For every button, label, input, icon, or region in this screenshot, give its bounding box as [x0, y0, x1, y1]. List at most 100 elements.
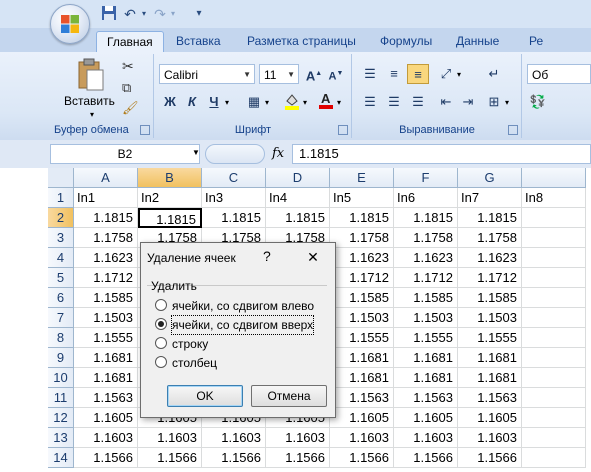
table-cell[interactable]: 1.1585 — [458, 288, 522, 308]
borders-dropdown-icon[interactable]: ▾ — [265, 98, 269, 107]
customize-qat-icon[interactable]: ▾ — [194, 5, 204, 23]
table-cell[interactable]: 1.1503 — [394, 308, 458, 328]
column-header[interactable] — [522, 168, 586, 188]
ok-button[interactable]: OK — [167, 385, 243, 407]
table-cell[interactable]: 1.1503 — [330, 308, 394, 328]
currency-format-icon[interactable]: 💱 — [527, 92, 549, 112]
row-header[interactable]: 14 — [48, 448, 74, 468]
align-center-icon[interactable]: ☰ — [383, 92, 405, 112]
table-cell[interactable]: 1.1566 — [266, 448, 330, 468]
table-cell[interactable]: 1.1815 — [202, 208, 266, 228]
row-header[interactable]: 9 — [48, 348, 74, 368]
column-header[interactable]: B — [138, 168, 202, 188]
table-cell[interactable]: In1 — [74, 188, 138, 208]
row-header[interactable]: 11 — [48, 388, 74, 408]
table-cell[interactable]: 1.1603 — [394, 428, 458, 448]
table-cell[interactable]: 1.1603 — [74, 428, 138, 448]
table-cell[interactable]: 1.1712 — [458, 268, 522, 288]
align-top-icon[interactable]: ☰ — [359, 64, 381, 84]
office-button[interactable] — [50, 4, 90, 44]
table-cell[interactable]: 1.1585 — [394, 288, 458, 308]
font-launcher-icon[interactable] — [338, 125, 348, 135]
table-cell[interactable]: 1.1758 — [458, 228, 522, 248]
table-cell[interactable] — [522, 328, 586, 348]
table-cell[interactable]: 1.1681 — [74, 368, 138, 388]
tab-data[interactable]: Данные — [446, 31, 509, 52]
row-header[interactable]: 12 — [48, 408, 74, 428]
name-box[interactable]: B2 — [50, 144, 200, 164]
table-cell[interactable] — [522, 228, 586, 248]
align-bottom-icon[interactable]: ≡ — [407, 64, 429, 84]
table-cell[interactable]: 1.1623 — [394, 248, 458, 268]
column-header[interactable]: G — [458, 168, 522, 188]
table-cell[interactable]: In8 — [522, 188, 586, 208]
table-cell[interactable]: In3 — [202, 188, 266, 208]
row-header[interactable]: 4 — [48, 248, 74, 268]
table-cell[interactable]: 1.1815 — [266, 208, 330, 228]
table-cell[interactable]: In2 — [138, 188, 202, 208]
close-icon[interactable]: ✕ — [301, 246, 325, 268]
table-cell[interactable] — [522, 408, 586, 428]
table-cell[interactable] — [522, 248, 586, 268]
table-cell[interactable]: 1.1563 — [330, 388, 394, 408]
table-cell[interactable]: 1.1603 — [330, 428, 394, 448]
table-cell[interactable]: 1.1681 — [330, 348, 394, 368]
table-cell[interactable] — [522, 288, 586, 308]
fill-color-icon[interactable] — [281, 92, 303, 112]
merge-center-icon[interactable]: ⊞ — [483, 92, 505, 112]
table-cell[interactable]: 1.1603 — [138, 428, 202, 448]
table-cell[interactable]: 1.1603 — [458, 428, 522, 448]
undo-dropdown-icon[interactable]: ▾ — [139, 5, 149, 23]
table-cell[interactable]: 1.1566 — [138, 448, 202, 468]
align-right-icon[interactable]: ☰ — [407, 92, 429, 112]
table-cell[interactable]: 1.1605 — [394, 408, 458, 428]
row-header[interactable]: 3 — [48, 228, 74, 248]
table-cell[interactable]: 1.1681 — [330, 368, 394, 388]
alignment-launcher-icon[interactable] — [508, 125, 518, 135]
undo-icon[interactable]: ↶ — [122, 5, 138, 23]
row-header[interactable]: 5 — [48, 268, 74, 288]
redo-icon[interactable]: ↷ — [152, 5, 168, 23]
table-cell[interactable]: 1.1623 — [74, 248, 138, 268]
tab-page-layout[interactable]: Разметка страницы — [237, 31, 366, 52]
select-all-corner[interactable] — [48, 168, 74, 188]
table-cell[interactable]: 1.1758 — [394, 228, 458, 248]
tab-review[interactable]: Ре — [519, 31, 553, 52]
table-cell[interactable]: 1.1712 — [394, 268, 458, 288]
radio-button-selected[interactable] — [155, 318, 167, 330]
radio-button[interactable] — [155, 356, 167, 368]
table-cell[interactable]: 1.1566 — [330, 448, 394, 468]
table-cell[interactable]: 1.1712 — [74, 268, 138, 288]
redo-dropdown-icon[interactable]: ▾ — [168, 5, 178, 23]
table-cell[interactable] — [522, 388, 586, 408]
row-header[interactable]: 1 — [48, 188, 74, 208]
table-cell[interactable]: 1.1555 — [330, 328, 394, 348]
font-color-icon[interactable]: A — [315, 90, 337, 110]
name-box-dropdown-icon[interactable]: ▼ — [192, 148, 200, 157]
row-header[interactable]: 13 — [48, 428, 74, 448]
table-cell[interactable]: 1.1681 — [458, 368, 522, 388]
underline-button[interactable]: Ч — [203, 92, 225, 112]
tab-home[interactable]: Главная — [96, 31, 164, 53]
table-cell[interactable]: 1.1758 — [74, 228, 138, 248]
cancel-button[interactable]: Отмена — [251, 385, 327, 407]
table-cell[interactable]: 1.1603 — [202, 428, 266, 448]
save-icon[interactable] — [100, 5, 118, 23]
row-header[interactable]: 2 — [48, 208, 74, 228]
row-header[interactable]: 8 — [48, 328, 74, 348]
table-cell[interactable] — [522, 208, 586, 228]
paste-icon[interactable] — [76, 58, 106, 92]
table-cell[interactable] — [522, 448, 586, 468]
wrap-text-icon[interactable]: ↵ — [483, 64, 505, 84]
help-icon[interactable]: ? — [263, 248, 271, 264]
table-cell[interactable] — [522, 428, 586, 448]
column-header[interactable]: E — [330, 168, 394, 188]
table-cell[interactable]: 1.1681 — [74, 348, 138, 368]
table-cell[interactable]: 1.1815 — [458, 208, 522, 228]
column-header[interactable]: D — [266, 168, 330, 188]
column-header[interactable]: F — [394, 168, 458, 188]
table-cell[interactable] — [522, 348, 586, 368]
table-cell[interactable]: 1.1815 — [74, 208, 138, 228]
fill-color-dropdown-icon[interactable]: ▾ — [303, 98, 307, 107]
table-cell[interactable]: 1.1563 — [458, 388, 522, 408]
